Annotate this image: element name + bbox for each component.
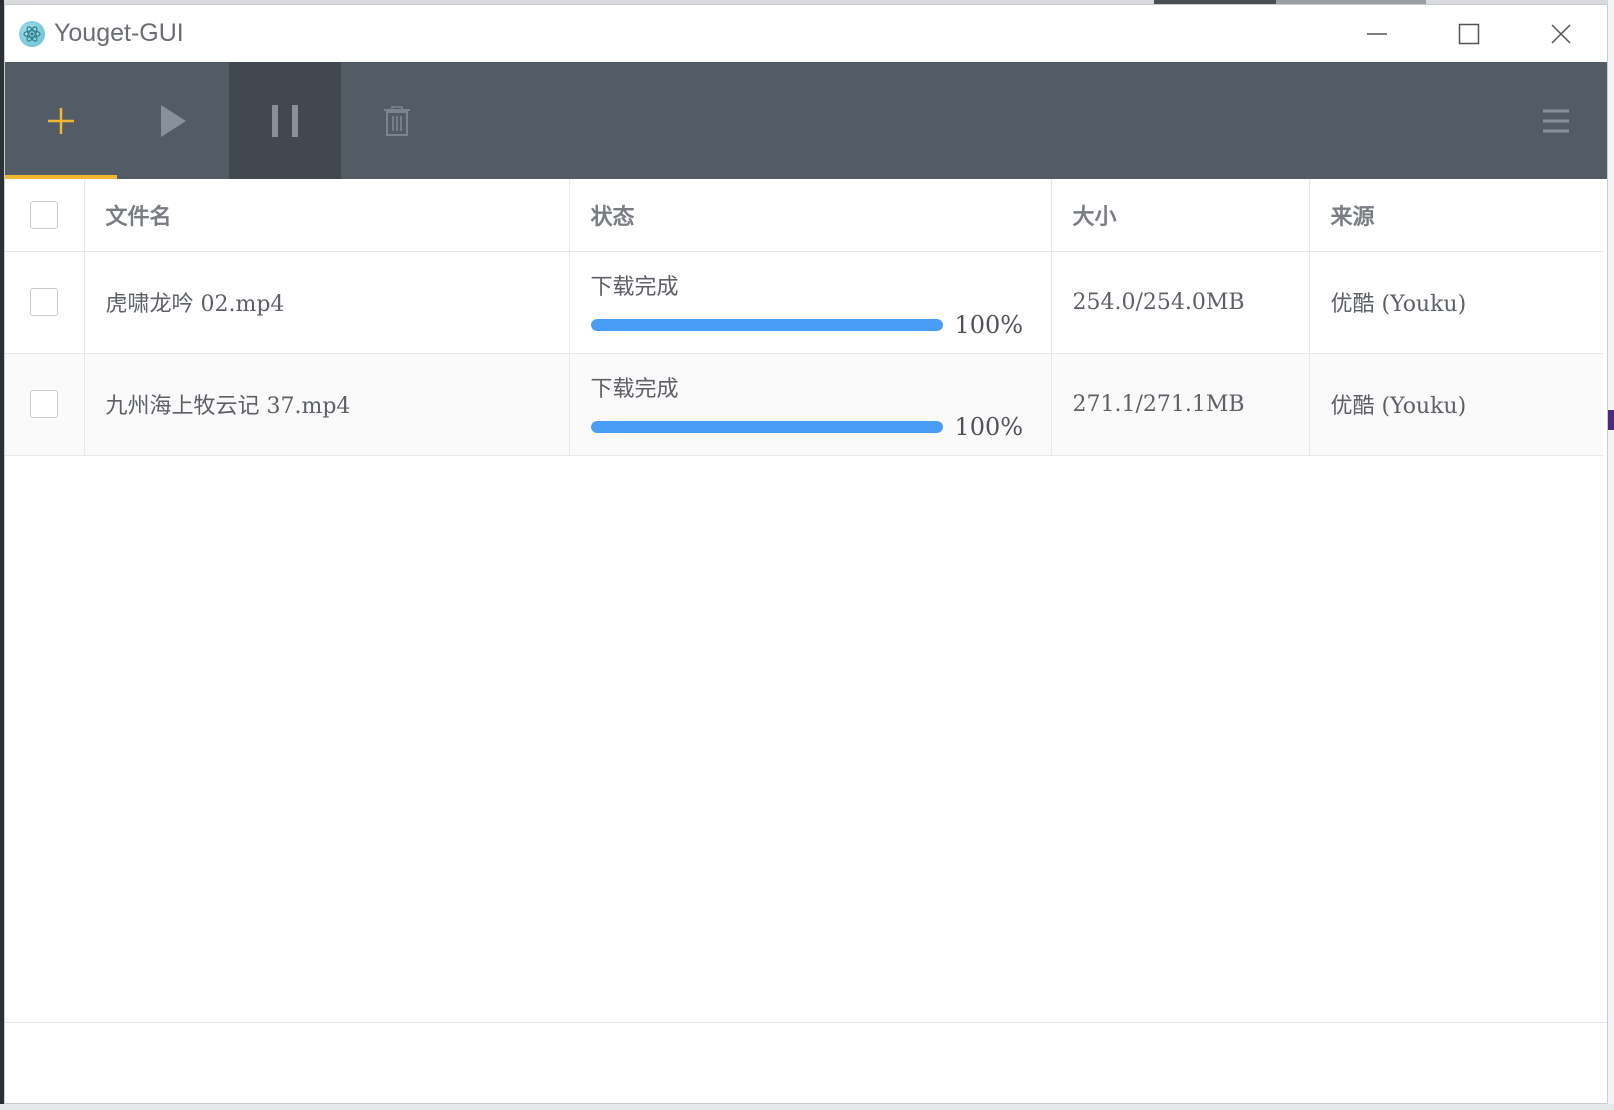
size-cell: 254.0/254.0MB [1051, 251, 1310, 354]
app-logo-icon [19, 20, 45, 47]
source-cell: 优酷 (Youku) [1309, 251, 1603, 354]
maximize-icon [1458, 23, 1480, 44]
title-bar[interactable]: Youget-GUI [5, 5, 1607, 62]
select-all-cell [5, 179, 85, 252]
play-icon [161, 104, 186, 137]
row-select-cell [5, 251, 85, 354]
minimize-icon [1367, 32, 1387, 35]
download-table: 文件名 状态 大小 来源 虎啸龙吟 02.mp4 下载完成 100% 254.0… [5, 179, 1603, 456]
add-task-button[interactable] [5, 62, 117, 179]
progress-bar [590, 421, 943, 433]
row-checkbox[interactable] [30, 288, 59, 316]
close-icon [1551, 23, 1571, 44]
column-header-filename[interactable]: 文件名 [84, 179, 570, 252]
progress: 100% [590, 311, 1051, 339]
maximize-button[interactable] [1423, 5, 1515, 62]
trash-icon [384, 105, 410, 136]
status-cell: 下载完成 100% [569, 251, 1052, 354]
table-row[interactable]: 九州海上牧云记 37.mp4 下载完成 100% 271.1/271.1MB 优… [5, 353, 1603, 456]
delete-button[interactable] [341, 62, 453, 179]
window-title: Youget-GUI [54, 19, 184, 47]
filename-cell: 虎啸龙吟 02.mp4 [84, 251, 570, 354]
progress-fill [590, 319, 943, 331]
start-button[interactable] [117, 62, 229, 179]
footer-divider [5, 1022, 1607, 1023]
size-cell: 271.1/271.1MB [1051, 353, 1310, 456]
toolbar [5, 62, 1607, 179]
progress-fill [590, 421, 943, 433]
progress-bar [590, 319, 943, 331]
status-cell: 下载完成 100% [569, 353, 1052, 456]
column-header-status[interactable]: 状态 [569, 179, 1052, 252]
column-header-source[interactable]: 来源 [1309, 179, 1603, 252]
desktop-background-accent [1608, 410, 1614, 430]
minimize-button[interactable] [1331, 5, 1423, 62]
source-cell: 优酷 (Youku) [1309, 353, 1603, 456]
desktop-background-right [1608, 0, 1614, 1110]
menu-button[interactable] [1511, 62, 1601, 179]
app-window: Youget-GUI 文件名 状态 大小 来源 虎啸龙吟 02.mp4 下载完成… [4, 4, 1608, 1104]
progress: 100% [590, 413, 1051, 441]
table-header-row: 文件名 状态 大小 来源 [5, 179, 1603, 252]
status-text: 下载完成 [590, 377, 679, 402]
column-header-size[interactable]: 大小 [1051, 179, 1310, 252]
pause-icon [272, 104, 298, 137]
progress-percent: 100% [954, 311, 1024, 339]
hamburger-menu-icon [1543, 109, 1569, 132]
window-controls [1331, 5, 1607, 62]
status-text: 下载完成 [590, 275, 679, 300]
pause-button[interactable] [229, 62, 341, 179]
close-button[interactable] [1515, 5, 1607, 62]
row-checkbox[interactable] [30, 390, 59, 418]
filename-cell: 九州海上牧云记 37.mp4 [84, 353, 570, 456]
select-all-checkbox[interactable] [30, 200, 59, 229]
table-row[interactable]: 虎啸龙吟 02.mp4 下载完成 100% 254.0/254.0MB 优酷 (… [5, 251, 1603, 354]
desktop-background-bottom [0, 1104, 1614, 1110]
plus-icon [48, 107, 74, 134]
progress-percent: 100% [954, 413, 1024, 441]
row-select-cell [5, 353, 85, 456]
